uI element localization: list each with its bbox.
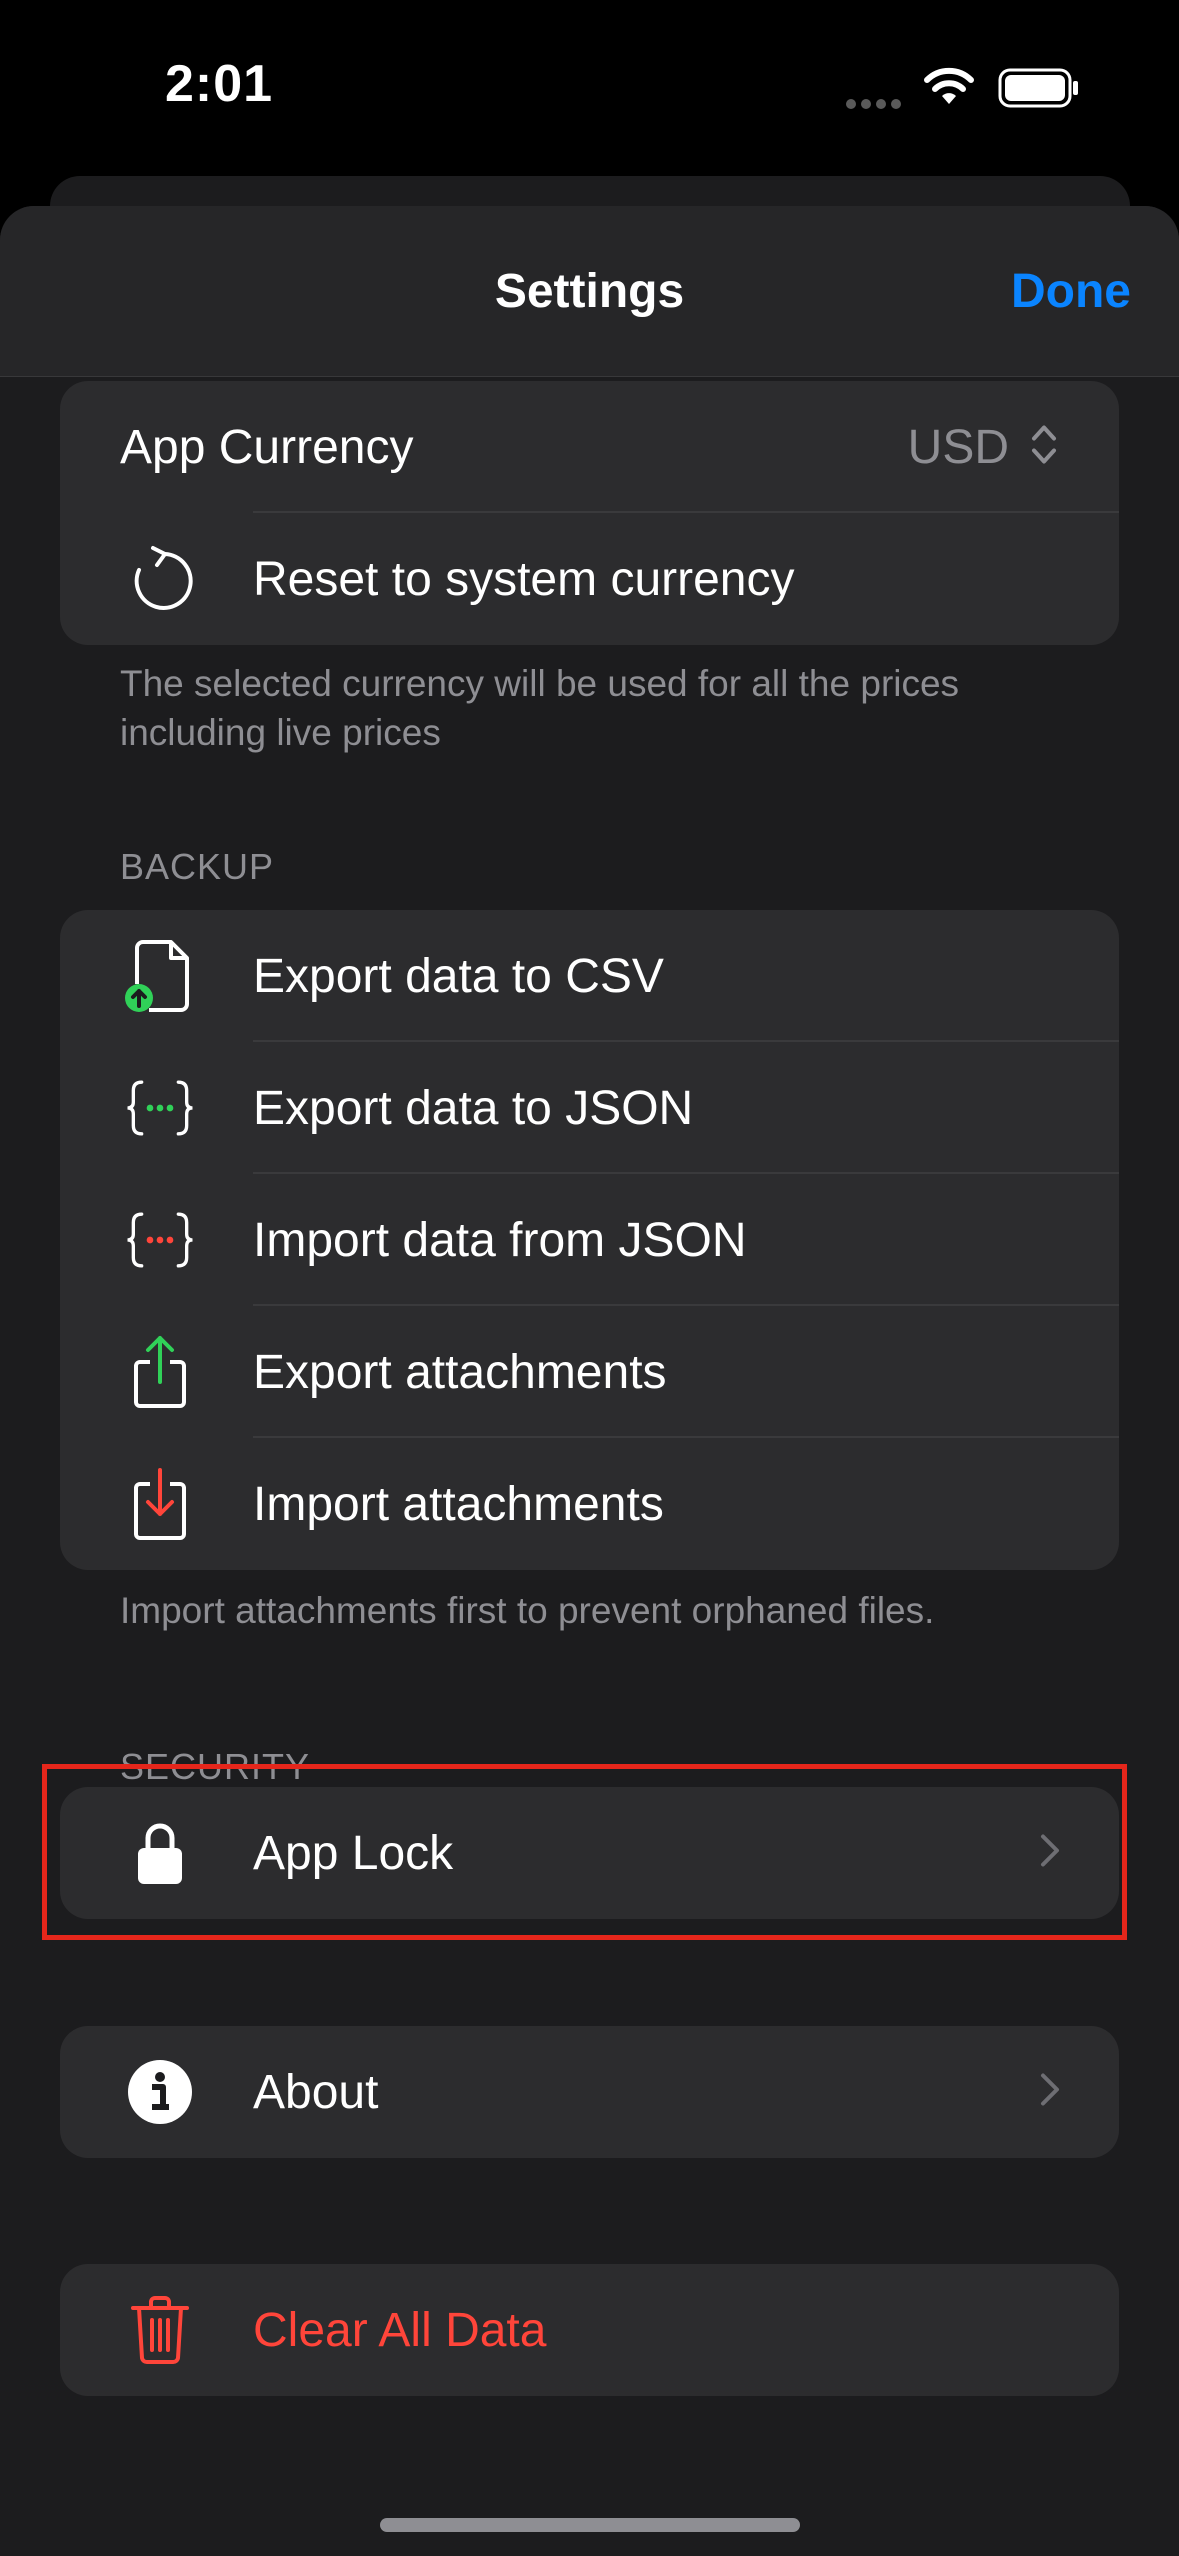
info-icon <box>125 2057 195 2127</box>
download-tray-icon <box>125 1468 195 1540</box>
about-row[interactable]: About <box>60 2026 1119 2158</box>
trash-icon <box>125 2295 195 2365</box>
cellular-signal-icon <box>846 96 906 114</box>
reset-currency-label: Reset to system currency <box>253 552 795 606</box>
export-csv-label: Export data to CSV <box>253 949 664 1003</box>
export-csv-row[interactable]: Export data to CSV <box>60 910 1119 1042</box>
app-lock-label: App Lock <box>253 1826 454 1880</box>
chevron-up-down-icon <box>1029 422 1059 473</box>
home-indicator <box>380 2518 800 2532</box>
export-json-row[interactable]: Export data to JSON <box>60 1042 1119 1174</box>
danger-group: Clear All Data <box>60 2264 1119 2396</box>
clear-all-data-label: Clear All Data <box>253 2303 547 2357</box>
security-header: SECURITY <box>120 1746 311 1787</box>
share-up-icon <box>125 1336 195 1408</box>
currency-footer: The selected currency will be used for a… <box>120 663 960 753</box>
import-json-label: Import data from JSON <box>253 1213 747 1267</box>
export-attachments-row[interactable]: Export attachments <box>60 1306 1119 1438</box>
braces-red-icon <box>125 1205 195 1275</box>
settings-sheet: Settings Done App Currency USD Reset to … <box>0 206 1179 2556</box>
backup-group: Export data to CSV Export data to JSON I… <box>60 910 1119 1570</box>
import-json-row[interactable]: Import data from JSON <box>60 1174 1119 1306</box>
status-bar: 2:01 <box>0 0 1179 180</box>
braces-green-icon <box>125 1073 195 1143</box>
backup-header: BACKUP <box>120 846 275 887</box>
export-attachments-label: Export attachments <box>253 1345 667 1399</box>
reset-currency-row[interactable]: Reset to system currency <box>60 513 1119 645</box>
import-attachments-row[interactable]: Import attachments <box>60 1438 1119 1570</box>
about-label: About <box>253 2065 379 2119</box>
export-json-label: Export data to JSON <box>253 1081 694 1135</box>
reset-arrow-icon <box>125 544 195 614</box>
chevron-right-icon <box>1039 1833 1061 1874</box>
navigation-bar: Settings Done <box>0 206 1179 377</box>
page-title: Settings <box>494 265 685 318</box>
battery-icon <box>998 68 1082 113</box>
app-currency-row[interactable]: App Currency USD <box>60 381 1119 513</box>
doc-upload-icon <box>125 940 195 1012</box>
done-button[interactable]: Done <box>1011 264 1131 319</box>
app-currency-value: USD <box>907 420 1009 474</box>
status-time: 2:01 <box>165 55 274 113</box>
clear-all-data-row[interactable]: Clear All Data <box>60 2264 1119 2396</box>
app-lock-row[interactable]: App Lock <box>60 1787 1119 1919</box>
currency-group: App Currency USD Reset to system currenc… <box>60 381 1119 645</box>
lock-icon <box>125 1818 195 1888</box>
chevron-right-icon <box>1039 2072 1061 2113</box>
wifi-icon <box>922 66 976 111</box>
security-group: App Lock <box>60 1787 1119 1919</box>
about-group: About <box>60 2026 1119 2158</box>
import-attachments-label: Import attachments <box>253 1477 664 1531</box>
backup-footer: Import attachments first to prevent orph… <box>120 1590 935 1631</box>
app-currency-label: App Currency <box>120 420 414 474</box>
